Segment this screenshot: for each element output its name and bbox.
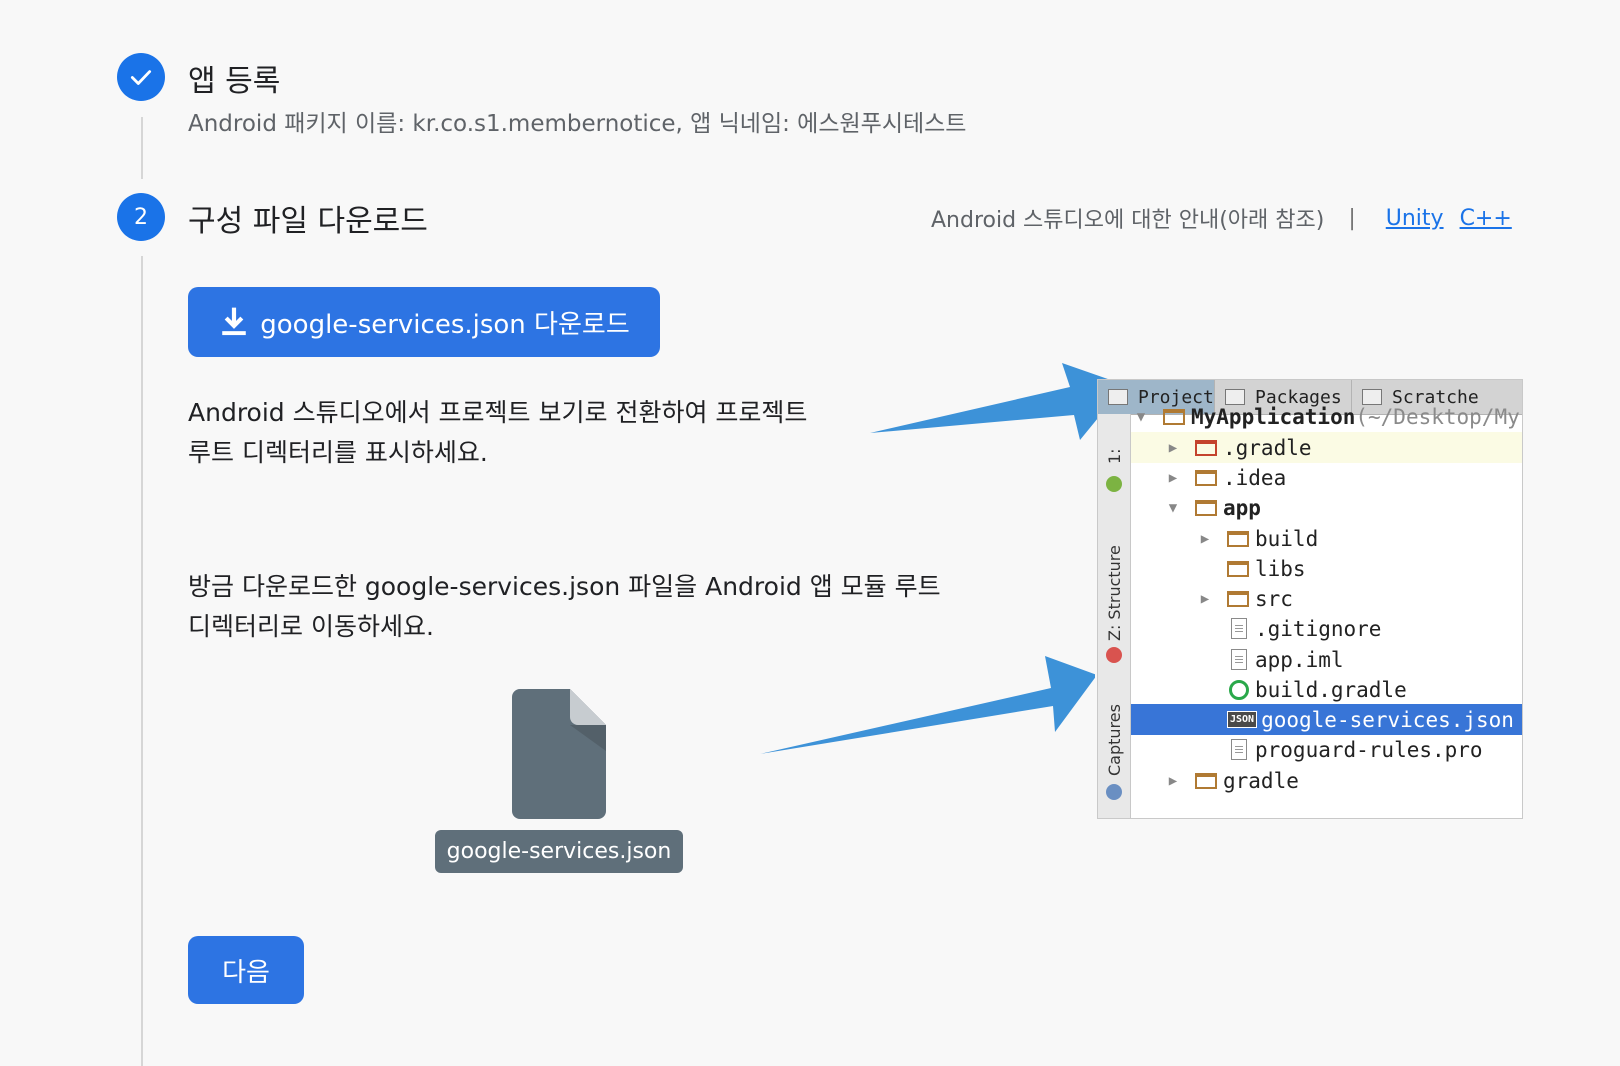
platform-links: Android 스튜디오에 대한 안내(아래 참조) | Unity C++	[931, 202, 1512, 234]
collapsed-arrow-icon: ▶	[1168, 439, 1178, 456]
tree-item-path: (~/Desktop/My	[1355, 404, 1520, 429]
project-view-icon	[1108, 389, 1128, 405]
folder-icon	[1195, 439, 1217, 456]
folder-icon	[1227, 530, 1249, 547]
tree-item-label: gradle	[1223, 768, 1299, 793]
pointer-arrow-icon	[760, 656, 1095, 754]
download-config-button[interactable]: google-services.json 다운로드	[188, 287, 660, 357]
collapsed-arrow-icon: ▶	[1168, 772, 1178, 789]
step2-title: 구성 파일 다운로드	[188, 204, 428, 239]
module-folder-icon	[1163, 408, 1185, 425]
instruction-line: 루트 디렉터리를 표시하세요.	[188, 438, 488, 467]
step1-subtitle: Android 패키지 이름: kr.co.s1.membernotice, 앱…	[188, 111, 967, 137]
strip-label-structure: Z: Structure	[1105, 545, 1124, 641]
links-separator: |	[1348, 205, 1356, 231]
step1-title: 앱 등록	[188, 64, 281, 99]
android-guide-text: Android 스튜디오에 대한 안내(아래 참조)	[931, 208, 1325, 233]
tree-item-label: build	[1255, 526, 1319, 551]
tree-item: ▶ gradle	[1131, 765, 1522, 796]
folder-icon	[1195, 772, 1217, 789]
captures-icon	[1106, 784, 1122, 800]
strip-label-captures: Captures	[1105, 704, 1124, 776]
tree-item-label: .gradle	[1223, 435, 1312, 460]
tree-item: ▶ .idea	[1131, 462, 1522, 493]
instruction-line: 디렉터리로 이동하세요.	[188, 612, 434, 641]
android-icon	[1106, 476, 1122, 492]
tree-item-label: proguard-rules.pro	[1255, 737, 1483, 762]
tree-item-label: libs	[1255, 556, 1306, 581]
json-file-icon: JSON	[1227, 711, 1258, 728]
collapsed-arrow-icon: ▶	[1200, 530, 1210, 547]
file-icon	[512, 689, 606, 819]
strip-label-project: 1:	[1105, 448, 1124, 464]
expanded-arrow-icon: ▼	[1168, 499, 1178, 516]
instruction-line: 방금 다운로드한 google-services.json 파일을 Androi…	[188, 572, 941, 601]
unity-link[interactable]: Unity	[1386, 206, 1444, 231]
cpp-link[interactable]: C++	[1460, 206, 1512, 231]
structure-icon	[1106, 647, 1122, 663]
step2-number-badge: 2	[117, 193, 165, 241]
folder-icon	[1195, 469, 1217, 486]
tree-item: ▶ src	[1131, 583, 1522, 614]
tree-item-label: app.iml	[1255, 647, 1344, 672]
tree-item: .gitignore	[1131, 613, 1522, 644]
tree-item: ▶ build	[1131, 523, 1522, 554]
folder-icon	[1227, 560, 1249, 577]
instruction-move-file: 방금 다운로드한 google-services.json 파일을 Androi…	[188, 567, 941, 647]
folder-icon	[1227, 590, 1249, 607]
tree-item-selected: JSON google-services.json	[1131, 704, 1522, 735]
collapsed-arrow-icon: ▶	[1168, 469, 1178, 486]
tree-item: build.gradle	[1131, 674, 1522, 705]
ide-tool-strip: 1: Z: Structure Captures	[1098, 414, 1131, 818]
step1-complete-badge	[117, 53, 165, 101]
tree-item-label: MyApplication	[1191, 404, 1356, 429]
file-name-chip: google-services.json	[435, 830, 683, 873]
android-studio-project-panel: Project Packages Scratche 1: Z: Structur…	[1097, 379, 1523, 819]
instruction-switch-view: Android 스튜디오에서 프로젝트 보기로 전환하여 프로젝트 루트 디렉터…	[188, 393, 807, 473]
tree-item-label: src	[1255, 586, 1293, 611]
tree-item-label: .gitignore	[1255, 616, 1382, 641]
download-button-label: google-services.json 다운로드	[260, 309, 630, 340]
step-connector-line	[141, 117, 143, 179]
tree-item: ▼ app	[1131, 492, 1522, 523]
check-icon	[130, 70, 152, 85]
module-folder-icon	[1195, 499, 1217, 516]
tree-item-label: .idea	[1223, 465, 1287, 490]
tree-item: ▶ .gradle	[1131, 432, 1522, 463]
tree-item-label: build.gradle	[1255, 677, 1407, 702]
gradle-file-icon	[1229, 679, 1249, 700]
tree-item: libs	[1131, 553, 1522, 584]
collapsed-arrow-icon: ▶	[1200, 590, 1210, 607]
text-file-icon	[1231, 739, 1247, 760]
tree-item-label: google-services.json	[1261, 707, 1514, 732]
iml-file-icon	[1231, 649, 1247, 670]
tree-item: proguard-rules.pro	[1131, 734, 1522, 765]
expanded-arrow-icon: ▼	[1136, 408, 1146, 425]
instruction-line: Android 스튜디오에서 프로젝트 보기로 전환하여 프로젝트	[188, 398, 808, 427]
step-connector-line	[141, 256, 143, 1066]
tree-item-label: app	[1223, 495, 1261, 520]
download-icon	[222, 307, 247, 336]
next-button[interactable]: 다음	[188, 936, 304, 1004]
tree-item-root: ▼ MyApplication (~/Desktop/My	[1131, 401, 1522, 432]
tree-item: app.iml	[1131, 644, 1522, 675]
text-file-icon	[1231, 618, 1247, 639]
